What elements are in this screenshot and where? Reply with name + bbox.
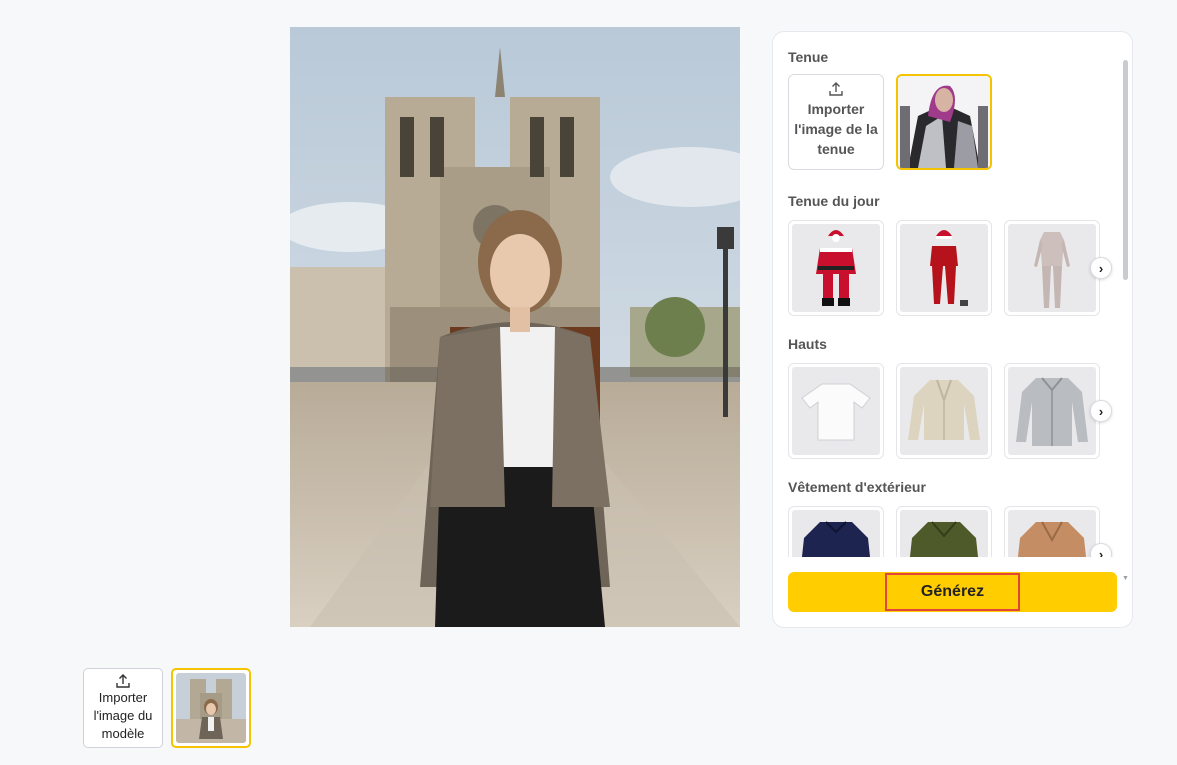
outfit-item-santa-suit[interactable] xyxy=(788,220,884,316)
selected-outfit-thumbnail[interactable] xyxy=(896,74,992,170)
main-photo xyxy=(290,27,740,627)
daily-next-button[interactable]: › xyxy=(1090,257,1112,279)
outfit-item-white-tshirt[interactable] xyxy=(788,363,884,459)
outfit-item-grey-jumpsuit[interactable] xyxy=(1004,220,1100,316)
scroll-down-arrow[interactable]: ▼ xyxy=(1122,575,1129,582)
outfit-panel: Tenue Importer l'image de la tenue Tenue… xyxy=(772,31,1133,628)
outfit-item-camel-coat[interactable] xyxy=(1004,506,1100,557)
model-upload-button[interactable]: Importer l'image du modèle xyxy=(83,668,163,748)
tops-next-button[interactable]: › xyxy=(1090,400,1112,422)
outfit-upload-button[interactable]: Importer l'image de la tenue xyxy=(788,74,884,170)
upload-icon xyxy=(829,82,843,96)
outfit-item-navy-jacket[interactable] xyxy=(788,506,884,557)
outerwear-next-button[interactable]: › xyxy=(1090,543,1112,557)
daily-outfits-row: › xyxy=(788,220,1123,316)
upload-icon xyxy=(116,674,130,688)
generate-button[interactable]: Générez xyxy=(788,572,1117,612)
outfit-item-beige-cardigan[interactable] xyxy=(896,363,992,459)
generate-button-label: Générez xyxy=(884,573,1021,611)
outfit-item-red-outfit[interactable] xyxy=(896,220,992,316)
chevron-right-icon: › xyxy=(1098,546,1104,558)
outfit-item-green-jacket[interactable] xyxy=(896,506,992,557)
panel-scrollbar[interactable]: ▼ xyxy=(1122,56,1129,582)
tops-row: › xyxy=(788,363,1123,459)
section-title-daily: Tenue du jour xyxy=(788,193,880,209)
model-thumbnail[interactable] xyxy=(171,668,251,748)
panel-scroll-area[interactable]: Tenue Importer l'image de la tenue Tenue… xyxy=(773,32,1123,557)
section-title-tops: Hauts xyxy=(788,336,827,352)
section-title-outfit: Tenue xyxy=(788,49,829,65)
chevron-right-icon: › xyxy=(1098,260,1104,276)
chevron-right-icon: › xyxy=(1098,403,1104,419)
outerwear-row: › xyxy=(788,506,1123,557)
outfit-upload-label: Importer l'image de la tenue xyxy=(794,101,878,157)
scrollbar-thumb[interactable] xyxy=(1123,60,1128,280)
model-upload-label: Importer l'image du modèle xyxy=(93,690,153,741)
outfit-item-grey-shirt[interactable] xyxy=(1004,363,1100,459)
section-title-outerwear: Vêtement d'extérieur xyxy=(788,479,926,495)
